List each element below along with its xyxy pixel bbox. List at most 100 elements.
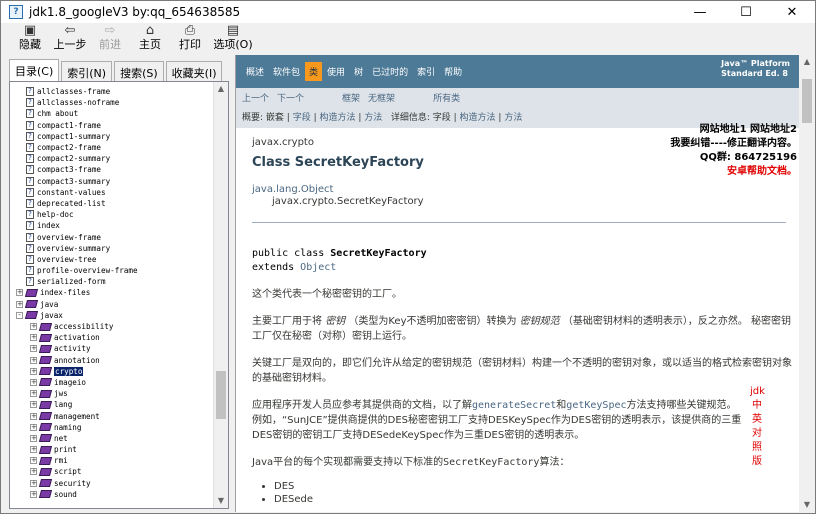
tree-item[interactable]: ? compact2-frame: [10, 142, 214, 153]
tree-item[interactable]: + sound: [10, 489, 214, 500]
detail-link[interactable]: 方法: [504, 113, 522, 123]
tree-item[interactable]: ? allclasses-frame: [10, 86, 214, 97]
expand-icon[interactable]: +: [30, 490, 37, 498]
expand-icon[interactable]: +: [30, 423, 37, 431]
tree-item[interactable]: ? overview-summary: [10, 243, 214, 254]
tree-item[interactable]: ? overview-frame: [10, 231, 214, 242]
expand-icon[interactable]: +: [30, 468, 37, 476]
options-button[interactable]: ▤ 选项(O): [211, 23, 255, 51]
tree-scrollbar[interactable]: ▲ ▼: [213, 82, 228, 508]
doc-scrollbar[interactable]: ▲ ▼: [799, 55, 815, 512]
expand-icon[interactable]: +: [30, 356, 37, 364]
nav-item[interactable]: 软件包: [269, 62, 304, 81]
summary-link[interactable]: 字段: [293, 113, 311, 123]
expand-icon[interactable]: +: [30, 457, 37, 465]
superclass-link[interactable]: java.lang.Object: [252, 184, 792, 196]
tree-item[interactable]: - javax: [10, 310, 214, 321]
tree-item[interactable]: + script: [10, 466, 214, 477]
tree-item[interactable]: + imageio: [10, 377, 214, 388]
tree-item[interactable]: ? overview-tree: [10, 254, 214, 265]
print-button[interactable]: ⎙ 打印: [171, 23, 209, 51]
tree-scroll-thumb[interactable]: [216, 370, 226, 419]
expand-icon[interactable]: +: [30, 378, 37, 386]
summary-link[interactable]: 方法: [364, 113, 382, 123]
site-address-links[interactable]: 网站地址1 网站地址2: [670, 123, 797, 137]
nav-item[interactable]: 已过时的: [368, 62, 412, 81]
tab-contents[interactable]: 目录(C): [9, 59, 60, 81]
nav-item[interactable]: 概述: [242, 62, 268, 81]
collapse-icon[interactable]: -: [16, 311, 23, 319]
tree-item[interactable]: ? help-doc: [10, 209, 214, 220]
tree-item[interactable]: + rmi: [10, 455, 214, 466]
tree-item[interactable]: ? index: [10, 220, 214, 231]
tree-item[interactable]: ? compact3-frame: [10, 164, 214, 175]
back-button[interactable]: ⇦ 上一步: [51, 23, 89, 51]
tree-item[interactable]: ? chm about: [10, 108, 214, 119]
report-error-link[interactable]: 我要纠错----修正翻译内容。: [670, 137, 797, 151]
maximize-button[interactable]: ☐: [723, 1, 769, 23]
tree-item[interactable]: ? deprecated-list: [10, 198, 214, 209]
tree-item[interactable]: ? compact1-frame: [10, 120, 214, 131]
frames-link[interactable]: 框架: [342, 91, 360, 104]
tab-favorites[interactable]: 收藏夹(I): [165, 61, 223, 81]
allclasses-link[interactable]: 所有类: [433, 91, 460, 104]
prev-class-link[interactable]: 上一个: [242, 91, 269, 104]
tab-search[interactable]: 搜索(S): [114, 61, 164, 81]
tree-item[interactable]: ? compact1-summary: [10, 131, 214, 142]
tree-item[interactable]: + management: [10, 410, 214, 421]
doc-scroll-thumb[interactable]: [802, 79, 812, 123]
nav-item[interactable]: 帮助: [440, 62, 466, 81]
tree-item[interactable]: ? allclasses-noframe: [10, 97, 214, 108]
forward-button[interactable]: ⇨ 前进: [91, 23, 129, 51]
tree-item[interactable]: ? profile-overview-frame: [10, 265, 214, 276]
tree-item[interactable]: + crypto: [10, 366, 214, 377]
tree-item[interactable]: ? serialized-form: [10, 276, 214, 287]
title-bar[interactable]: ? jdk1.8_googleV3 by:qq_654638585 — ☐ ✕: [1, 1, 815, 23]
contents-tree[interactable]: ? allclasses-frame? allclasses-noframe? chm…: [9, 81, 229, 509]
expand-icon[interactable]: +: [30, 367, 37, 375]
minimize-button[interactable]: —: [677, 1, 723, 23]
get-key-spec-link[interactable]: getKeySpec: [566, 400, 626, 411]
hide-button[interactable]: ▣ 隐藏: [11, 23, 49, 51]
tree-item[interactable]: + net: [10, 433, 214, 444]
android-help-link[interactable]: 安卓帮助文档。: [670, 165, 797, 179]
scroll-up-arrow-icon[interactable]: ▲: [799, 55, 815, 69]
expand-icon[interactable]: +: [30, 412, 37, 420]
home-button[interactable]: ⌂ 主页: [131, 23, 169, 51]
nav-item[interactable]: 树: [350, 62, 367, 81]
object-link[interactable]: Object: [300, 262, 336, 273]
expand-icon[interactable]: +: [30, 479, 37, 487]
tree-item[interactable]: ? compact3-summary: [10, 176, 214, 187]
nav-item[interactable]: 索引: [413, 62, 439, 81]
expand-icon[interactable]: +: [30, 390, 37, 398]
expand-icon[interactable]: +: [30, 345, 37, 353]
tree-item[interactable]: + security: [10, 478, 214, 489]
tab-index[interactable]: 索引(N): [61, 61, 113, 81]
tree-item[interactable]: + accessibility: [10, 321, 214, 332]
expand-icon[interactable]: +: [30, 334, 37, 342]
nav-item[interactable]: 使用: [323, 62, 349, 81]
next-class-link[interactable]: 下一个: [277, 91, 304, 104]
expand-icon[interactable]: +: [16, 289, 23, 297]
tree-item[interactable]: + activity: [10, 343, 214, 354]
tree-item[interactable]: + java: [10, 299, 214, 310]
expand-icon[interactable]: +: [30, 446, 37, 454]
expand-icon[interactable]: +: [30, 401, 37, 409]
detail-link[interactable]: 构造方法: [460, 113, 496, 123]
expand-icon[interactable]: +: [16, 300, 23, 308]
tree-item[interactable]: + activation: [10, 332, 214, 343]
summary-link[interactable]: 构造方法: [319, 113, 355, 123]
noframes-link[interactable]: 无框架: [368, 91, 395, 104]
tree-item[interactable]: + lang: [10, 399, 214, 410]
tree-item[interactable]: ? constant-values: [10, 187, 214, 198]
close-button[interactable]: ✕: [769, 1, 815, 23]
tree-item[interactable]: + annotation: [10, 355, 214, 366]
expand-icon[interactable]: +: [30, 434, 37, 442]
tree-item[interactable]: + print: [10, 444, 214, 455]
scroll-up-arrow-icon[interactable]: ▲: [214, 82, 228, 96]
tree-item[interactable]: + jws: [10, 388, 214, 399]
generate-secret-link[interactable]: generateSecret: [472, 400, 556, 411]
tree-item[interactable]: + index-files: [10, 287, 214, 298]
tree-item[interactable]: + naming: [10, 422, 214, 433]
scroll-down-arrow-icon[interactable]: ▼: [799, 498, 815, 512]
